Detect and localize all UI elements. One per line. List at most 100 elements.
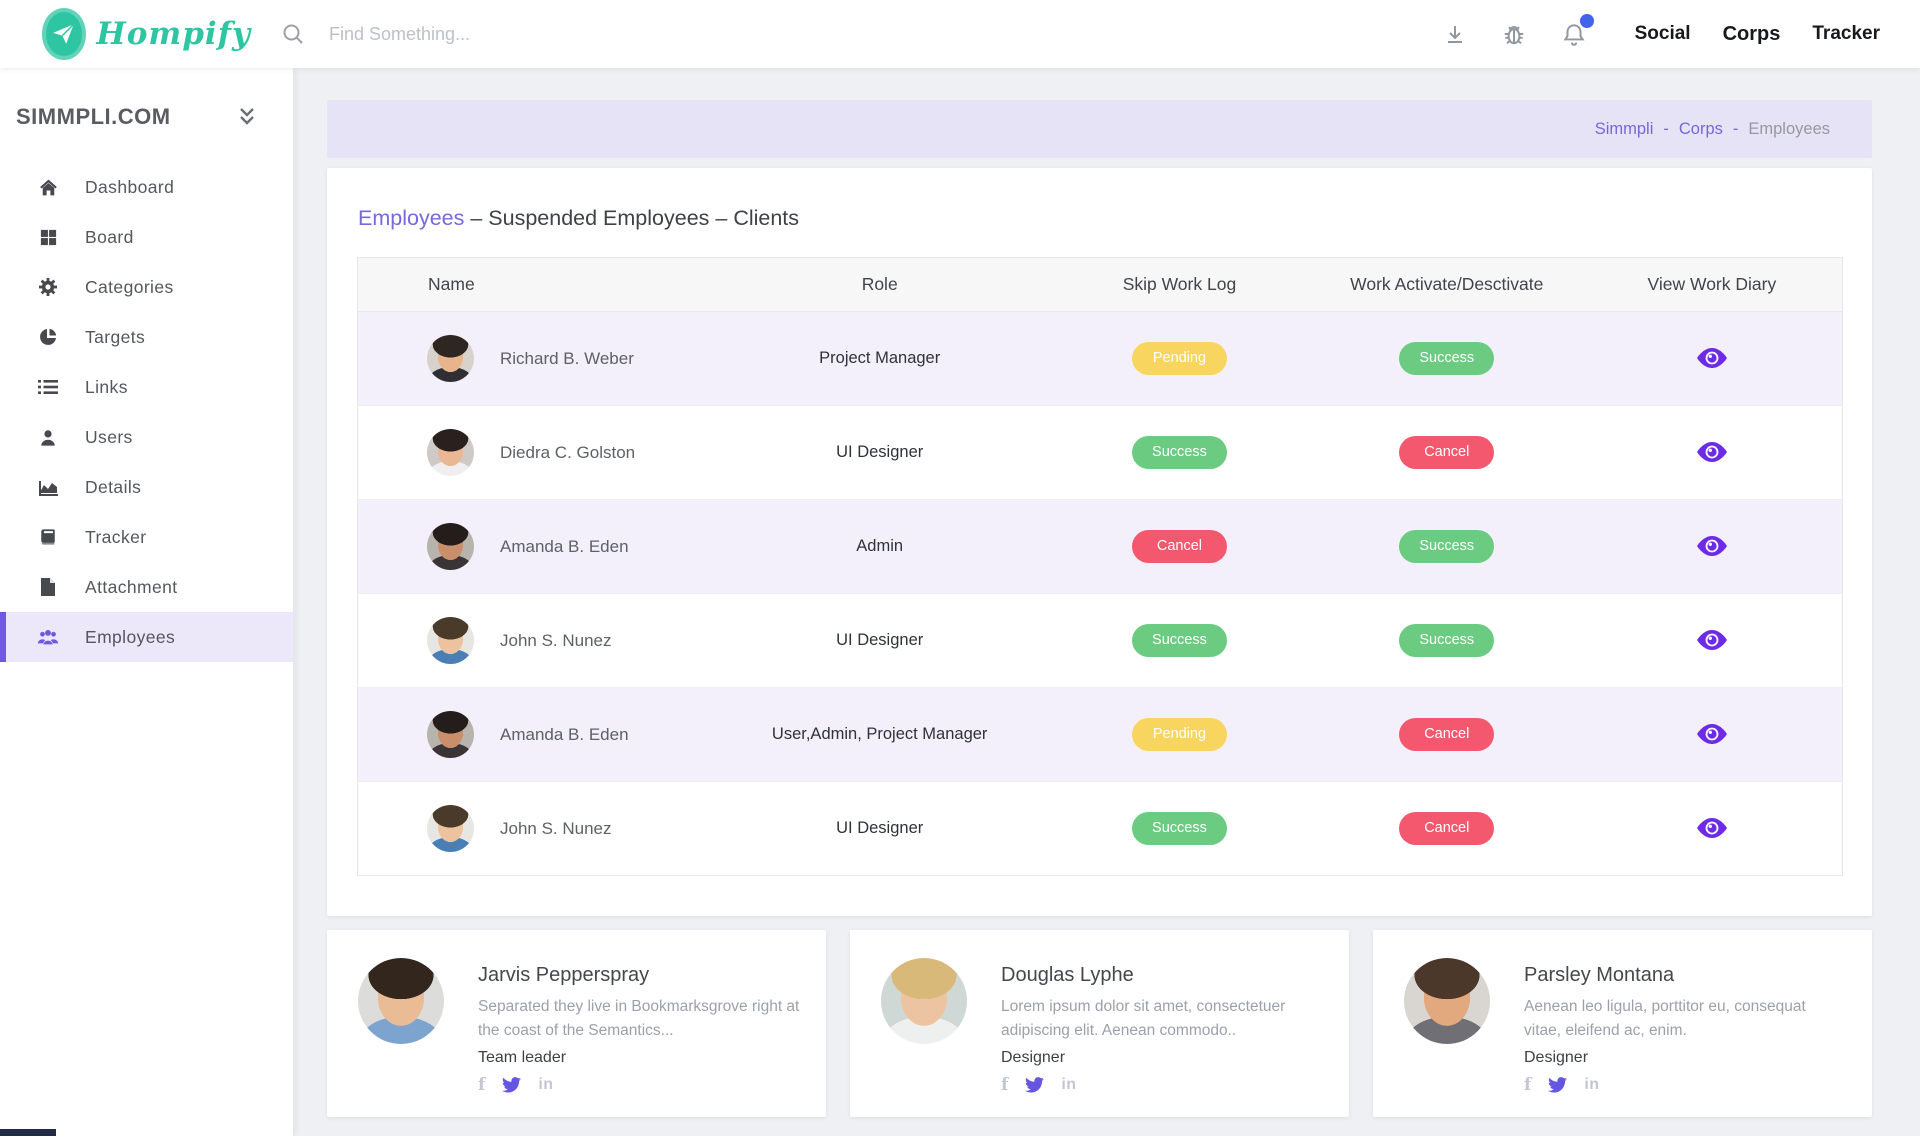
- twitter-icon[interactable]: [1548, 1077, 1567, 1093]
- breadcrumb-separator: -: [1733, 120, 1739, 139]
- sidebar-item-tracker[interactable]: Tracker: [0, 512, 293, 562]
- breadcrumb-employees: Employees: [1748, 120, 1830, 139]
- profile-name: Jarvis Pepperspray: [478, 964, 800, 987]
- sidebar-item-label: Users: [85, 427, 133, 448]
- sidebar-menu: Dashboard Board Categories Targets Links…: [0, 162, 293, 662]
- breadcrumb: Simmpli - Corps - Employees: [327, 100, 1872, 158]
- employee-role: UI Designer: [712, 594, 1047, 688]
- avatar: [427, 711, 474, 758]
- view-work-diary-button[interactable]: [1692, 438, 1732, 466]
- top-nav: Social Corps Tracker: [1635, 23, 1880, 46]
- sidebar-item-dashboard[interactable]: Dashboard: [0, 162, 293, 212]
- sidebar-item-categories[interactable]: Categories: [0, 262, 293, 312]
- status-badge[interactable]: Success: [1399, 530, 1494, 563]
- breadcrumb-corps[interactable]: Corps: [1679, 120, 1723, 139]
- status-badge[interactable]: Pending: [1132, 718, 1227, 751]
- avatar: [1404, 958, 1490, 1044]
- employees-table: Name Role Skip Work Log Work Activate/De…: [357, 257, 1843, 876]
- column-header-view-work-diary: View Work Diary: [1582, 258, 1843, 312]
- table-header-row: Name Role Skip Work Log Work Activate/De…: [358, 258, 1843, 312]
- sidebar-item-employees[interactable]: Employees: [0, 612, 293, 662]
- sidebar-item-board[interactable]: Board: [0, 212, 293, 262]
- search-input[interactable]: [327, 23, 651, 46]
- sidebar-item-label: Employees: [85, 627, 175, 648]
- employee-name: Amanda B. Eden: [500, 537, 629, 557]
- employee-role: User,Admin, Project Manager: [712, 688, 1047, 782]
- sidebar-item-links[interactable]: Links: [0, 362, 293, 412]
- column-header-work-activate: Work Activate/Desctivate: [1312, 258, 1582, 312]
- view-work-diary-button[interactable]: [1692, 814, 1732, 842]
- status-badge[interactable]: Cancel: [1399, 718, 1494, 751]
- page-title-separator: –: [470, 206, 488, 230]
- breadcrumb-simmpli[interactable]: Simmpli: [1595, 120, 1654, 139]
- employee-name: Richard B. Weber: [500, 349, 634, 369]
- avatar: [427, 805, 474, 852]
- table-row: Amanda B. Eden Admin Cancel Success: [358, 500, 1843, 594]
- profile-role: Designer: [1524, 1049, 1846, 1067]
- facebook-icon[interactable]: [1524, 1085, 1531, 1086]
- table-row: Amanda B. Eden User,Admin, Project Manag…: [358, 688, 1843, 782]
- facebook-icon[interactable]: [1001, 1085, 1008, 1086]
- app-logo[interactable]: Hompify: [0, 8, 251, 60]
- status-badge[interactable]: Success: [1132, 436, 1227, 469]
- view-work-diary-button[interactable]: [1692, 720, 1732, 748]
- page-title-employees[interactable]: Employees: [358, 206, 464, 230]
- sidebar-collapse-button[interactable]: [237, 106, 257, 128]
- nav-social-link[interactable]: Social: [1635, 23, 1691, 45]
- status-badge[interactable]: Cancel: [1399, 812, 1494, 845]
- view-work-diary-button[interactable]: [1692, 344, 1732, 372]
- profile-card: Jarvis Pepperspray Separated they live i…: [327, 930, 826, 1117]
- status-badge[interactable]: Success: [1132, 812, 1227, 845]
- avatar: [427, 429, 474, 476]
- sidebar-footer-block: [0, 1129, 56, 1136]
- status-badge[interactable]: Pending: [1132, 342, 1227, 375]
- employee-role: UI Designer: [712, 406, 1047, 500]
- status-badge[interactable]: Cancel: [1132, 530, 1227, 563]
- status-badge[interactable]: Cancel: [1399, 436, 1494, 469]
- sidebar-item-users[interactable]: Users: [0, 412, 293, 462]
- table-row: Richard B. Weber Project Manager Pending…: [358, 312, 1843, 406]
- profile-card: Parsley Montana Aenean leo ligula, portt…: [1373, 930, 1872, 1117]
- file-icon: [37, 577, 59, 597]
- main-content: Simmpli - Corps - Employees Employees – …: [293, 68, 1920, 1136]
- eye-icon: [1696, 638, 1728, 653]
- notification-badge: [1580, 14, 1594, 28]
- status-badge[interactable]: Success: [1132, 624, 1227, 657]
- top-bar: Hompify: [0, 0, 1920, 68]
- download-icon: [1443, 34, 1467, 49]
- profile-description: Lorem ipsum dolor sit amet, consectetuer…: [1001, 995, 1323, 1043]
- nav-tracker-link[interactable]: Tracker: [1812, 23, 1880, 45]
- sidebar-item-label: Attachment: [85, 577, 178, 598]
- nav-corps-link[interactable]: Corps: [1723, 23, 1781, 46]
- eye-icon: [1696, 732, 1728, 747]
- avatar: [881, 958, 967, 1044]
- employees-card: Employees – Suspended Employees – Client…: [327, 168, 1872, 916]
- double-chevron-down-icon: [237, 116, 257, 131]
- status-badge[interactable]: Success: [1399, 342, 1494, 375]
- sidebar-item-targets[interactable]: Targets: [0, 312, 293, 362]
- notifications-button[interactable]: [1561, 21, 1587, 47]
- employee-name: John S. Nunez: [500, 819, 612, 839]
- twitter-icon[interactable]: [502, 1077, 521, 1093]
- list-icon: [37, 378, 59, 396]
- sidebar-item-details[interactable]: Details: [0, 462, 293, 512]
- page-title: Employees – Suspended Employees – Client…: [358, 206, 1843, 231]
- profile-card: Douglas Lyphe Lorem ipsum dolor sit amet…: [850, 930, 1349, 1117]
- profile-description: Aenean leo ligula, porttitor eu, consequ…: [1524, 995, 1846, 1043]
- bell-icon: [1561, 35, 1587, 50]
- bug-report-button[interactable]: [1501, 21, 1527, 47]
- grid-icon: [37, 228, 59, 247]
- download-button[interactable]: [1443, 22, 1467, 46]
- status-badge[interactable]: Success: [1399, 624, 1494, 657]
- user-icon: [37, 428, 59, 447]
- sidebar-item-attachment[interactable]: Attachment: [0, 562, 293, 612]
- avatar: [427, 335, 474, 382]
- facebook-icon[interactable]: [478, 1085, 485, 1086]
- home-icon: [37, 177, 59, 198]
- view-work-diary-button[interactable]: [1692, 626, 1732, 654]
- breadcrumb-separator: -: [1663, 120, 1669, 139]
- eye-icon: [1696, 826, 1728, 841]
- view-work-diary-button[interactable]: [1692, 532, 1732, 560]
- workspace-title: SIMMPLI.COM: [16, 104, 171, 130]
- twitter-icon[interactable]: [1025, 1077, 1044, 1093]
